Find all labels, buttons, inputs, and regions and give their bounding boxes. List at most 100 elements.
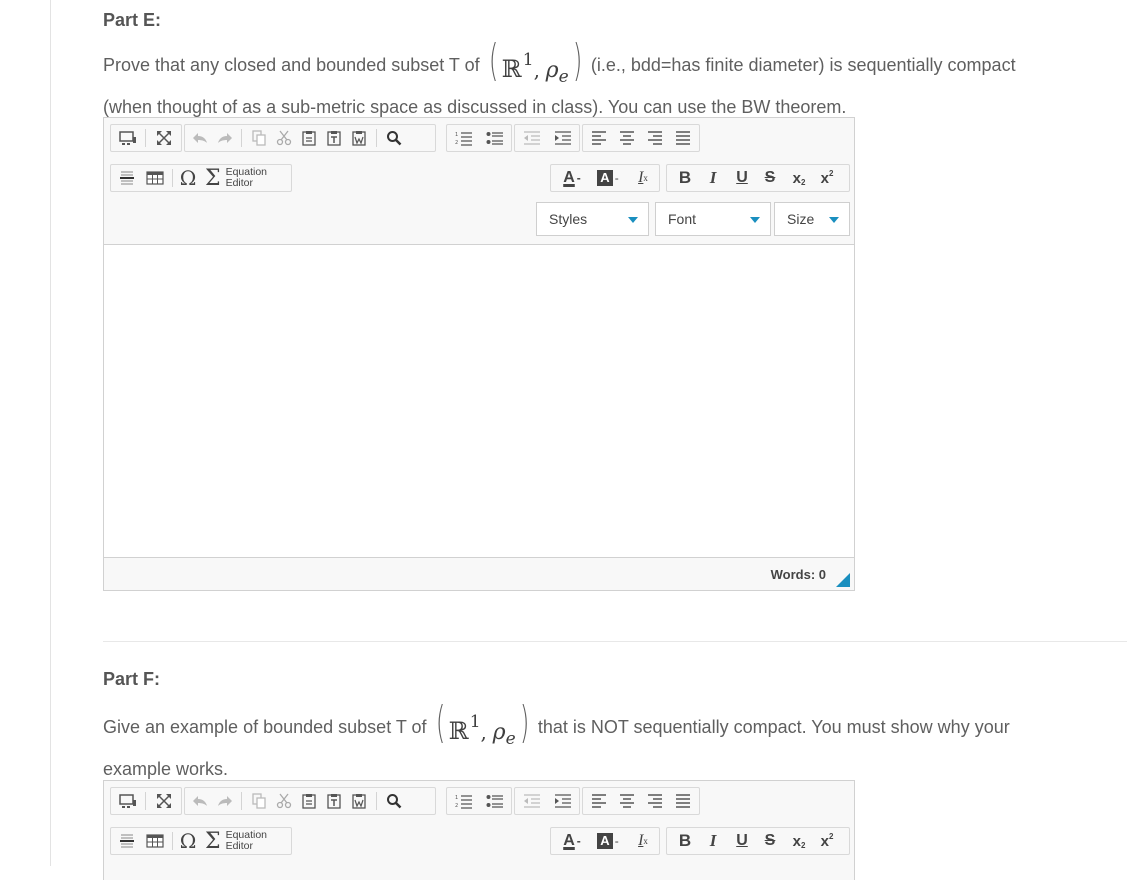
align-left-icon[interactable] (586, 788, 612, 814)
chevron-down-icon (750, 217, 760, 223)
part-f-prompt-line1-after: that is NOT sequentially compact. You mu… (537, 716, 1010, 737)
subscript-button[interactable]: X2 (785, 828, 813, 854)
paste-word-icon[interactable] (347, 125, 371, 151)
equation-label-line2: Editor (225, 177, 253, 189)
cut-icon[interactable] (272, 125, 296, 151)
numbered-list-icon[interactable]: 12 (450, 125, 478, 151)
part-e-answer-area[interactable] (104, 244, 854, 558)
copy-icon[interactable] (247, 788, 271, 814)
editor-toolbar-row-2: Ω Σ Equation Editor A- A- Ix B I U S x 2… (104, 158, 854, 198)
underline-button[interactable]: U (728, 828, 756, 854)
numbered-list-icon[interactable]: 12 (450, 788, 478, 814)
paste-text-icon[interactable] (322, 125, 346, 151)
resize-handle-icon[interactable] (836, 573, 850, 587)
equation-editor-button[interactable]: Σ Equation Editor (201, 165, 291, 191)
source-icon[interactable] (114, 788, 142, 814)
find-icon[interactable] (381, 788, 407, 814)
align-right-icon[interactable] (642, 788, 668, 814)
view-group (110, 787, 182, 815)
color-group: A- A- Ix (550, 164, 660, 192)
part-e-title: Part E: (103, 10, 162, 30)
paste-word-icon[interactable] (347, 788, 371, 814)
source-icon[interactable] (114, 125, 142, 151)
bulleted-list-icon[interactable] (481, 788, 509, 814)
subscript-button[interactable]: X2 (785, 165, 813, 191)
svg-text:1: 1 (455, 132, 458, 138)
edit-group (184, 124, 436, 152)
special-char-icon[interactable]: Ω (176, 828, 200, 854)
copy-icon[interactable] (247, 125, 271, 151)
align-right-icon[interactable] (642, 125, 668, 151)
superscript-button[interactable]: X2 (813, 828, 841, 854)
bulleted-list-icon[interactable] (481, 125, 509, 151)
chevron-down-icon (829, 217, 839, 223)
color-group: A- A- Ix (550, 827, 660, 855)
redo-icon[interactable] (213, 125, 237, 151)
part-e-section: Part E: (103, 10, 1127, 31)
undo-icon[interactable] (188, 125, 212, 151)
undo-icon[interactable] (188, 788, 212, 814)
maximize-icon[interactable] (150, 125, 178, 151)
format-group: B I U S X2 X2 (666, 827, 850, 855)
list-group: 12 (446, 124, 512, 152)
italic-button[interactable]: I (699, 165, 727, 191)
svg-text:2: 2 (455, 803, 458, 809)
cut-icon[interactable] (272, 788, 296, 814)
remove-format-button[interactable]: Ix (629, 828, 657, 854)
table-icon[interactable] (142, 828, 168, 854)
edit-group (184, 787, 436, 815)
align-center-icon[interactable] (614, 125, 640, 151)
paste-icon[interactable] (297, 125, 321, 151)
sigma-icon: Σ (205, 165, 221, 191)
chevron-down-icon (628, 217, 638, 223)
align-justify-icon[interactable] (670, 125, 696, 151)
background-color-button[interactable]: A- (591, 165, 625, 191)
horizontal-line-icon[interactable] (114, 828, 140, 854)
underline-button[interactable]: U (728, 165, 756, 191)
font-dropdown[interactable]: Font (655, 202, 771, 236)
equation-label-line2: Editor (225, 840, 253, 852)
align-group (582, 787, 700, 815)
paste-text-icon[interactable] (322, 788, 346, 814)
align-center-icon[interactable] (614, 788, 640, 814)
strikethrough-button[interactable]: S (756, 165, 784, 191)
bold-button[interactable]: B (671, 165, 699, 191)
word-count: Words: 0 (770, 567, 826, 582)
horizontal-line-icon[interactable] (114, 165, 140, 191)
part-f-prompt: Give an example of bounded subset T of (… (103, 701, 1127, 788)
part-e-metric-space: (ℝ1, ρe) (488, 35, 582, 88)
align-justify-icon[interactable] (670, 788, 696, 814)
superscript-button[interactable]: X2 (813, 165, 841, 191)
redo-icon[interactable] (213, 788, 237, 814)
text-color-button[interactable]: A- (555, 828, 589, 854)
editor-toolbar-row-2: Ω Σ Equation Editor A- A- Ix B I U S x 2… (104, 821, 854, 861)
outdent-icon[interactable] (518, 125, 546, 151)
indent-icon[interactable] (549, 788, 577, 814)
indent-group (514, 787, 580, 815)
section-divider (103, 641, 1127, 642)
insert-group: Ω Σ Equation Editor (110, 827, 292, 855)
editor-toolbar-row-1: 12 (104, 118, 854, 158)
insert-group: Ω Σ Equation Editor (110, 164, 292, 192)
font-label: Font (668, 211, 697, 227)
bold-button[interactable]: B (671, 828, 699, 854)
find-icon[interactable] (381, 125, 407, 151)
background-color-button[interactable]: A- (591, 828, 625, 854)
styles-dropdown[interactable]: Styles (536, 202, 649, 236)
equation-editor-button[interactable]: Σ Equation Editor (201, 828, 291, 854)
text-color-button[interactable]: A- (555, 165, 589, 191)
paste-icon[interactable] (297, 788, 321, 814)
table-icon[interactable] (142, 165, 168, 191)
left-rule (50, 0, 51, 866)
maximize-icon[interactable] (150, 788, 178, 814)
special-char-icon[interactable]: Ω (176, 165, 200, 191)
align-left-icon[interactable] (586, 125, 612, 151)
italic-button[interactable]: I (699, 828, 727, 854)
part-e-prompt: Prove that any closed and bounded subset… (103, 35, 1127, 126)
remove-format-button[interactable]: Ix (629, 165, 657, 191)
indent-icon[interactable] (549, 125, 577, 151)
outdent-icon[interactable] (518, 788, 546, 814)
size-dropdown[interactable]: Size (774, 202, 850, 236)
strikethrough-button[interactable]: S (756, 828, 784, 854)
part-f-title: Part F: (103, 669, 161, 689)
